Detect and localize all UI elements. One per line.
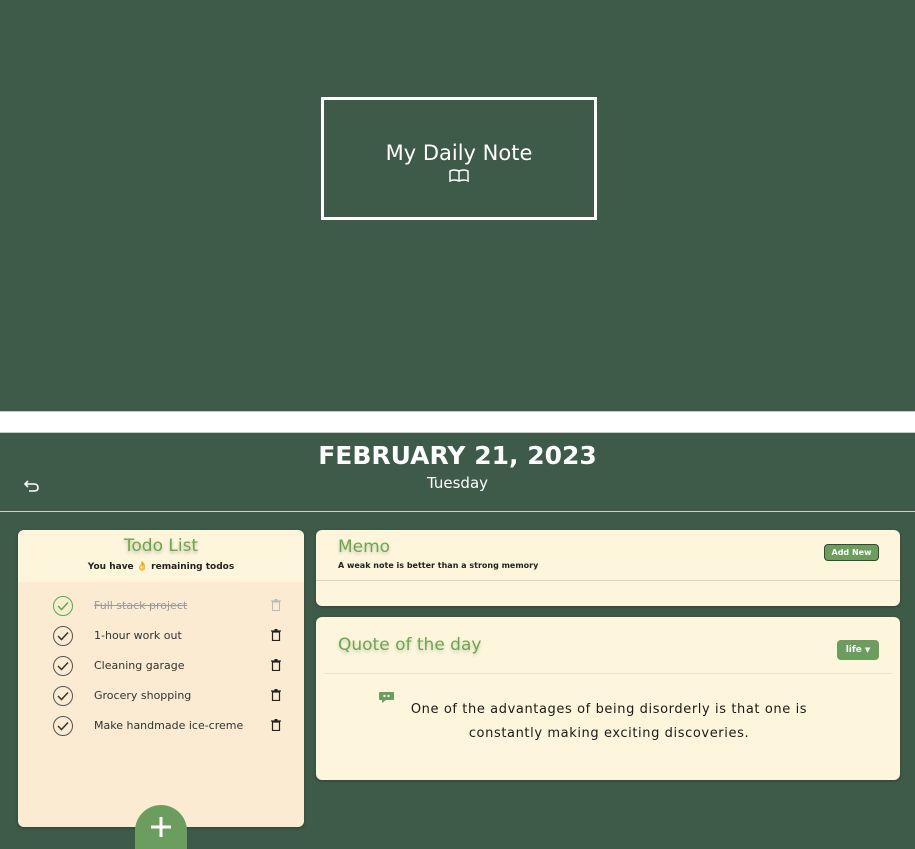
open-book-icon <box>449 168 469 182</box>
todo-label[interactable]: Full stack project <box>94 599 187 612</box>
trash-icon[interactable] <box>271 719 281 731</box>
add-todo-button[interactable] <box>135 805 187 849</box>
ok-hand-emoji: 👌 <box>136 562 149 572</box>
memo-title: Memo <box>338 537 391 557</box>
todo-label[interactable]: Cleaning garage <box>94 659 184 672</box>
quote-text: One of the advantages of being disorderl… <box>410 702 808 741</box>
check-circle-icon[interactable] <box>53 656 73 676</box>
trash-icon[interactable] <box>271 599 281 611</box>
check-circle-icon[interactable] <box>53 686 73 706</box>
todo-item: 1-hour work out <box>18 626 304 656</box>
todo-remaining-text: You have 👌 remaining todos <box>18 562 304 572</box>
todo-card: Todo List You have 👌 remaining todos Ful… <box>18 530 304 849</box>
current-date: FEBRUARY 21, 2023 <box>318 441 597 470</box>
trash-icon[interactable] <box>271 689 281 701</box>
quote-category-dropdown[interactable]: life ▼ <box>837 640 879 660</box>
todo-subtitle-prefix: You have <box>87 562 134 572</box>
trash-icon[interactable] <box>271 659 281 671</box>
memo-subtitle: A weak note is better than a strong memo… <box>338 561 539 570</box>
todo-title: Todo List <box>123 536 199 556</box>
quote-title: Quote of the day <box>338 635 482 655</box>
todo-item: Grocery shopping <box>18 686 304 716</box>
hero-title-box: My Daily Note <box>321 97 597 220</box>
caret-down-icon: ▼ <box>864 646 871 654</box>
header-divider <box>0 511 915 512</box>
section-divider <box>0 411 915 433</box>
todo-list: Full stack project 1-hour work out Clean <box>18 582 304 746</box>
todo-item: Make handmade ice-creme <box>18 716 304 746</box>
memo-divider <box>316 580 900 581</box>
todo-item: Full stack project <box>18 596 304 626</box>
todo-item: Cleaning garage <box>18 656 304 686</box>
check-circle-icon[interactable] <box>53 626 73 646</box>
date-header: FEBRUARY 21, 2023 Tuesday <box>0 433 915 511</box>
check-circle-icon[interactable] <box>53 596 73 616</box>
todo-header: Todo List You have 👌 remaining todos <box>18 530 304 582</box>
hero-title: My Daily Note <box>385 140 533 165</box>
todo-label[interactable]: Make handmade ice-creme <box>94 719 243 732</box>
hero-banner: My Daily Note <box>0 0 915 411</box>
current-weekday: Tuesday <box>426 474 489 492</box>
todo-label[interactable]: Grocery shopping <box>94 689 191 702</box>
memo-card: Memo A weak note is better than a strong… <box>316 530 900 606</box>
todo-subtitle-suffix: remaining todos <box>151 562 235 572</box>
check-circle-icon[interactable] <box>53 716 73 736</box>
quote-card: Quote of the day life ▼ One of the advan… <box>316 617 900 780</box>
quote-divider <box>324 673 892 674</box>
undo-arrow-icon[interactable] <box>24 479 40 493</box>
trash-icon[interactable] <box>271 629 281 641</box>
quote-category-label: life <box>845 645 862 655</box>
add-memo-button[interactable]: Add New <box>824 544 879 561</box>
plus-icon <box>151 817 171 837</box>
todo-label[interactable]: 1-hour work out <box>94 629 182 642</box>
